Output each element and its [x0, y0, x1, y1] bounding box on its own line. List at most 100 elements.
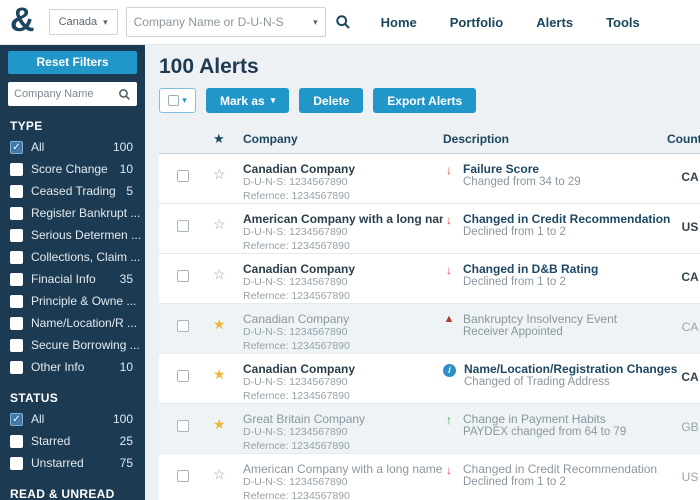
checkbox-icon[interactable]: ✓ — [10, 413, 23, 426]
description-cell: ↓ Changed in D&B Rating Declined from 1 … — [443, 262, 645, 288]
reset-filters-button[interactable]: Reset Filters — [8, 51, 137, 74]
alert-row[interactable]: ★ Canadian Company D-U-N-S: 1234567890 R… — [159, 354, 700, 404]
row-checkbox[interactable] — [177, 220, 189, 232]
star-outline-icon[interactable]: ☆ — [213, 217, 243, 231]
checkbox-icon[interactable] — [10, 317, 23, 330]
reference-number: Refernce: 1234567890 — [243, 490, 443, 500]
sidebar-filter-status-all[interactable]: ✓ All 100 — [0, 408, 145, 430]
sidebar-filter-type-all[interactable]: ✓ All 100 — [0, 136, 145, 158]
alerts-page: & Canada ▾ ▾ HomePortfolioAlertsTools Re… — [0, 0, 700, 500]
alert-row[interactable]: ★ Great Britain Company D-U-N-S: 1234567… — [159, 404, 700, 454]
search-icon — [335, 14, 351, 30]
column-header-description[interactable]: Description — [443, 132, 645, 146]
sidebar-filter-type-score-change[interactable]: Score Change 10 — [0, 158, 145, 180]
row-checkbox[interactable] — [177, 170, 189, 182]
star-filled-icon[interactable]: ★ — [213, 317, 243, 331]
export-alerts-button[interactable]: Export Alerts — [373, 88, 476, 113]
country-code: US — [645, 462, 700, 484]
company-name: Great Britain Company — [243, 412, 443, 426]
company-name-filter-input[interactable] — [14, 88, 118, 100]
sidebar-filter-type-other-info[interactable]: Other Info 10 — [0, 356, 145, 378]
duns-number: D-U-N-S: 1234567890 — [243, 326, 443, 340]
row-checkbox[interactable] — [177, 370, 189, 382]
alert-row[interactable]: ☆ American Company with a long name ... … — [159, 454, 700, 500]
checkbox-icon — [168, 95, 179, 106]
sidebar-filter-type-register-bankrupt[interactable]: Register Bankrupt ... 2 — [0, 202, 145, 224]
star-outline-icon[interactable]: ☆ — [213, 267, 243, 281]
info-icon: i — [443, 364, 456, 377]
description-cell: ↑ Change in Payment Habits PAYDEX change… — [443, 412, 645, 438]
description-cell: ↓ Changed in Credit Recommendation Decli… — [443, 212, 645, 238]
star-outline-icon[interactable]: ☆ — [213, 467, 243, 481]
star-filled-icon[interactable]: ★ — [213, 367, 243, 381]
checkbox-icon[interactable] — [10, 339, 23, 352]
star-column-icon[interactable]: ★ — [213, 131, 243, 147]
sidebar-filter-type-serious-determen[interactable]: Serious Determen ... 3 — [0, 224, 145, 246]
row-checkbox[interactable] — [177, 270, 189, 282]
sidebar-filter-type-ceased-trading[interactable]: Ceased Trading 5 — [0, 180, 145, 202]
alert-row[interactable]: ★ Canadian Company D-U-N-S: 1234567890 R… — [159, 304, 700, 354]
nav-tools[interactable]: Tools — [606, 15, 640, 30]
table-body: ☆ Canadian Company D-U-N-S: 1234567890 R… — [159, 154, 700, 500]
nav-alerts[interactable]: Alerts — [536, 15, 573, 30]
sidebar-filter-type-collections-claim[interactable]: Collections, Claim ... 5 — [0, 246, 145, 268]
column-header-country[interactable]: Country — [645, 132, 700, 146]
checkbox-icon[interactable] — [10, 457, 23, 470]
alert-row[interactable]: ☆ Canadian Company D-U-N-S: 1234567890 R… — [159, 254, 700, 304]
alert-detail: Declined from 1 to 2 — [463, 476, 657, 488]
company-cell: Canadian Company D-U-N-S: 1234567890 Ref… — [243, 312, 443, 353]
reference-number: Refernce: 1234567890 — [243, 440, 443, 454]
sidebar-filter-type-finacial-info[interactable]: Finacial Info 35 — [0, 268, 145, 290]
delete-button[interactable]: Delete — [299, 88, 363, 113]
country-code: CA — [645, 162, 700, 184]
company-name: Canadian Company — [243, 162, 443, 176]
alert-title: Changed in Credit Recommendation — [463, 212, 670, 226]
alert-down-icon: ↓ — [443, 163, 455, 177]
search-button[interactable] — [335, 14, 351, 30]
country-code: GB — [645, 412, 700, 434]
checkbox-icon[interactable] — [10, 185, 23, 198]
checkbox-icon[interactable] — [10, 435, 23, 448]
nav-portfolio[interactable]: Portfolio — [450, 15, 503, 30]
alert-detail: Declined from 1 to 2 — [463, 276, 598, 288]
checkbox-icon[interactable] — [10, 273, 23, 286]
description-cell: ↓ Failure Score Changed from 34 to 29 — [443, 162, 645, 188]
sidebar-section-type: TYPE ✓ All 100 Score Change 10 Ceased Tr… — [0, 119, 145, 378]
company-cell: American Company with a long name ... D-… — [243, 212, 443, 253]
sidebar-filter-type-principle-owne[interactable]: Principle & Owne ... 10 — [0, 290, 145, 312]
nav-home[interactable]: Home — [381, 15, 417, 30]
company-name: Canadian Company — [243, 362, 443, 376]
sidebar-section-title: STATUS — [10, 391, 135, 405]
alert-row[interactable]: ☆ American Company with a long name ... … — [159, 204, 700, 254]
checkbox-icon[interactable] — [10, 163, 23, 176]
checkbox-icon[interactable] — [10, 229, 23, 242]
row-checkbox[interactable] — [177, 420, 189, 432]
reference-number: Refernce: 1234567890 — [243, 390, 443, 404]
alert-row[interactable]: ☆ Canadian Company D-U-N-S: 1234567890 R… — [159, 154, 700, 204]
country-selector[interactable]: Canada ▾ — [49, 9, 118, 35]
select-all-dropdown-button[interactable]: ▾ — [159, 88, 196, 113]
company-search-input[interactable] — [134, 15, 313, 29]
column-header-company[interactable]: Company — [243, 132, 443, 146]
checkbox-icon[interactable] — [10, 361, 23, 374]
mark-as-button[interactable]: Mark as ▾ — [206, 88, 289, 113]
star-filled-icon[interactable]: ★ — [213, 417, 243, 431]
checkbox-icon[interactable] — [10, 295, 23, 308]
checkbox-icon[interactable]: ✓ — [10, 141, 23, 154]
duns-number: D-U-N-S: 1234567890 — [243, 226, 443, 240]
row-checkbox[interactable] — [177, 470, 189, 482]
alert-title: Changed in Credit Recommendation — [463, 462, 657, 476]
sidebar-filter-type-secure-borrowing[interactable]: Secure Borrowing ... 10 — [0, 334, 145, 356]
star-outline-icon[interactable]: ☆ — [213, 167, 243, 181]
search-icon — [118, 88, 131, 101]
country-code: CA — [645, 312, 700, 334]
chevron-down-icon[interactable]: ▾ — [313, 17, 318, 28]
top-bar: & Canada ▾ ▾ HomePortfolioAlertsTools — [0, 0, 700, 45]
sidebar-filter-status-unstarred[interactable]: Unstarred 75 — [0, 452, 145, 474]
sidebar-filter-type-name-location-r[interactable]: Name/Location/R ... 20 — [0, 312, 145, 334]
sidebar-filter-status-starred[interactable]: Starred 25 — [0, 430, 145, 452]
row-checkbox[interactable] — [177, 320, 189, 332]
checkbox-icon[interactable] — [10, 207, 23, 220]
checkbox-icon[interactable] — [10, 251, 23, 264]
reference-number: Refernce: 1234567890 — [243, 340, 443, 354]
